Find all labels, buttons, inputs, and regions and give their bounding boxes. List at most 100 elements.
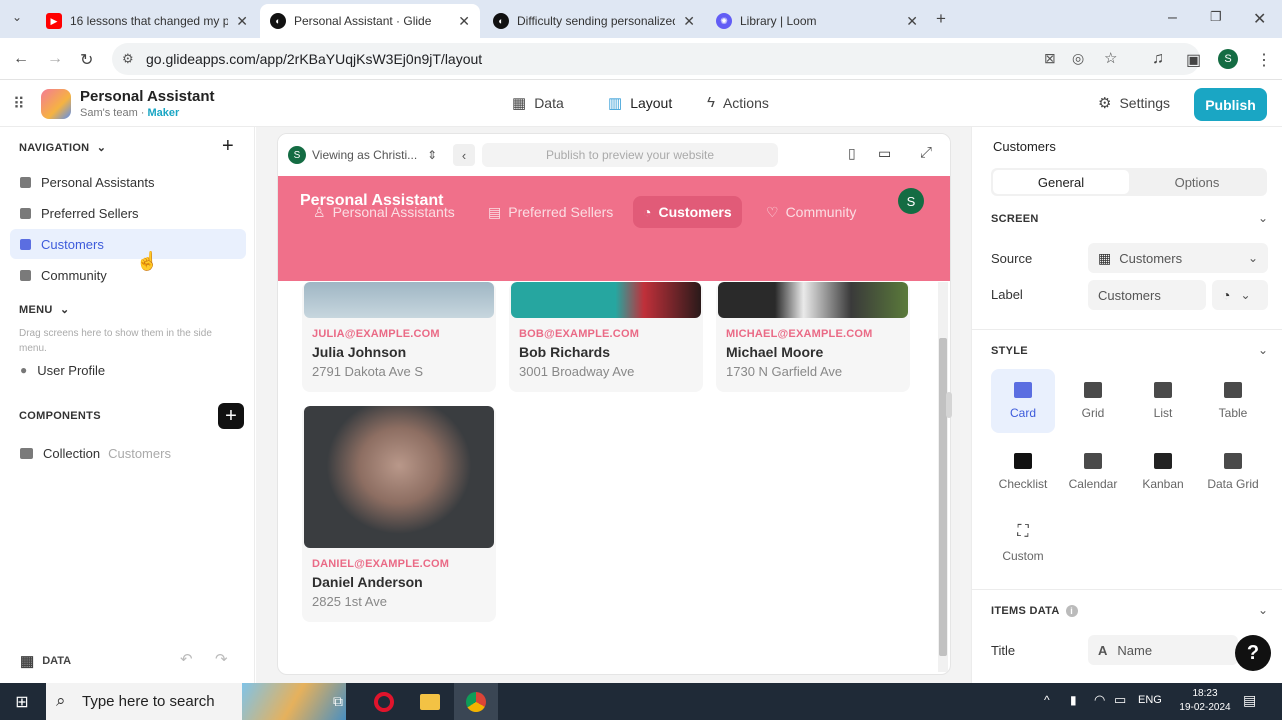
tray-chevron-icon[interactable]: ^ <box>1044 693 1050 707</box>
chevron-down-icon[interactable]: ⌄ <box>1258 603 1268 617</box>
style-table[interactable]: Table <box>1201 369 1265 433</box>
expand-icon[interactable]: ⤢ <box>920 144 932 161</box>
preview-scrollbar-thumb[interactable] <box>939 338 947 656</box>
source-select[interactable]: ▦ Customers ⌄ <box>1088 243 1268 273</box>
redo-icon[interactable]: ↷ <box>215 650 228 668</box>
new-tab-icon[interactable]: + <box>936 9 946 29</box>
profile-avatar[interactable]: S <box>1218 49 1238 69</box>
file-explorer-icon[interactable] <box>408 683 452 720</box>
address-bar[interactable]: ⚙ go.glideapps.com/app/2rKBaYUqjKsW3Ej0n… <box>112 43 1200 75</box>
add-tab-icon[interactable]: + <box>222 135 234 158</box>
preview-tab-customers[interactable]: ◔ Customers <box>633 196 742 228</box>
tab-search-chevron-icon[interactable]: ⌄ <box>12 10 22 24</box>
phone-view-icon[interactable]: ▯ <box>848 145 856 162</box>
chrome-icon[interactable] <box>454 683 498 720</box>
app-logo[interactable] <box>41 89 71 119</box>
style-data-grid[interactable]: Data Grid <box>1201 440 1265 504</box>
windows-start-icon[interactable]: ⊞ <box>0 683 44 720</box>
battery-icon[interactable]: ▭ <box>1114 692 1126 708</box>
preview-back-button[interactable]: ‹ <box>453 144 475 166</box>
menu-section-header[interactable]: MENU ⌄ <box>19 303 69 316</box>
style-kanban[interactable]: Kanban <box>1131 440 1195 504</box>
wifi-icon[interactable]: ◠ <box>1094 692 1105 708</box>
menu-item-user-profile[interactable]: ● User Profile <box>10 355 246 385</box>
close-icon[interactable]: ✕ <box>236 13 248 30</box>
data-editor-link[interactable]: ▦ DATA <box>20 652 71 670</box>
navigation-section-header[interactable]: NAVIGATION ⌄ <box>19 141 106 154</box>
tab-actions[interactable]: ϟ Actions <box>707 94 769 111</box>
info-icon[interactable]: i <box>1065 605 1078 617</box>
nav-item-customers[interactable]: Customers <box>10 229 246 259</box>
notifications-icon[interactable]: ▤ <box>1243 692 1256 709</box>
style-list[interactable]: List <box>1131 369 1195 433</box>
preview-tab-community[interactable]: ♡ Community <box>756 196 866 228</box>
source-value: Customers <box>1119 250 1183 266</box>
language-indicator[interactable]: ENG <box>1138 694 1162 706</box>
style-grid[interactable]: Grid <box>1061 369 1125 433</box>
reload-icon[interactable]: ↻ <box>80 50 93 70</box>
browser-tab-difficulty[interactable]: ◐ Difficulty sending personalized ✕ <box>483 4 705 38</box>
resize-handle[interactable] <box>946 392 952 418</box>
clock[interactable]: 18:23 19-02-2024 <box>1176 687 1234 715</box>
preview-scrollbar-track[interactable] <box>938 282 948 672</box>
settings-button[interactable]: ⚙ Settings <box>1098 94 1170 112</box>
more-menu-icon[interactable]: ⋮ <box>1256 50 1272 70</box>
browser-tab-glide[interactable]: ◐ Personal Assistant · Glide ✕ <box>260 4 480 38</box>
site-settings-icon[interactable]: ⚙ <box>122 51 134 67</box>
style-checklist[interactable]: Checklist <box>991 440 1055 504</box>
opera-icon[interactable] <box>362 683 406 720</box>
style-custom[interactable]: ⛶ Custom <box>991 511 1055 575</box>
bookmark-star-icon[interactable]: ☆ <box>1104 49 1117 67</box>
style-label: Custom <box>1002 549 1044 563</box>
preview-tab-preferred-sellers[interactable]: ▤ Preferred Sellers <box>478 196 623 228</box>
undo-icon[interactable]: ↶ <box>180 650 193 668</box>
tab-layout[interactable]: ▥ Layout <box>608 94 672 112</box>
back-icon[interactable]: ← <box>13 50 29 68</box>
window-close-icon[interactable]: ✕ <box>1253 9 1266 29</box>
style-card[interactable]: Card <box>991 369 1055 433</box>
task-view-icon[interactable]: ⧉ <box>316 683 360 720</box>
publish-button[interactable]: Publish <box>1194 88 1267 121</box>
tablet-view-icon[interactable]: ▭ <box>878 145 891 162</box>
app-name[interactable]: Personal Assistant <box>80 88 215 105</box>
nav-item-personal-assistants[interactable]: Personal Assistants <box>10 167 246 197</box>
help-button[interactable]: ? <box>1235 635 1271 671</box>
restore-icon[interactable]: ❐ <box>1210 9 1222 25</box>
screenshot-icon[interactable]: ⊠ <box>1044 50 1056 67</box>
style-calendar[interactable]: Calendar <box>1061 440 1125 504</box>
media-icon[interactable]: ♫ <box>1152 50 1164 68</box>
label-input[interactable]: Customers <box>1088 280 1206 310</box>
forward-icon[interactable]: → <box>47 50 63 68</box>
close-icon[interactable]: ✕ <box>683 13 695 30</box>
close-icon[interactable]: ✕ <box>458 13 470 30</box>
customer-card[interactable]: DANIEL@EXAMPLE.COM Daniel Anderson 2825 … <box>302 406 496 622</box>
viewing-as-selector[interactable]: S Viewing as Christi... ⇕ <box>288 146 437 164</box>
tab-data[interactable]: ▦ Data <box>512 94 564 112</box>
tray-icon[interactable]: ▮ <box>1070 693 1077 707</box>
divider <box>972 589 1282 590</box>
add-component-button[interactable]: + <box>218 403 244 429</box>
tab-general[interactable]: General <box>993 170 1129 194</box>
preview-tab-personal-assistants[interactable]: ♙ Personal Assistants <box>303 196 465 228</box>
user-avatar[interactable]: S <box>898 188 924 214</box>
nav-item-preferred-sellers[interactable]: Preferred Sellers <box>10 198 246 228</box>
app-grid-icon[interactable]: ⠿ <box>13 94 25 114</box>
taskbar-search[interactable]: ⌕ Type here to search <box>46 683 346 720</box>
customer-card[interactable]: MICHAEL@EXAMPLE.COM Michael Moore 1730 N… <box>716 282 910 392</box>
side-panel-icon[interactable]: ▣ <box>1186 50 1201 70</box>
chevron-down-icon[interactable]: ⌄ <box>1258 343 1268 357</box>
customer-card[interactable]: JULIA@EXAMPLE.COM Julia Johnson 2791 Dak… <box>302 282 496 392</box>
chevron-down-icon[interactable]: ⌄ <box>1258 211 1268 225</box>
component-collection[interactable]: Collection Customers <box>10 438 246 468</box>
close-icon[interactable]: ✕ <box>906 13 918 30</box>
browser-tab-loom[interactable]: ✺ Library | Loom ✕ <box>706 4 928 38</box>
nav-item-community[interactable]: Community <box>10 260 246 290</box>
title-field-select[interactable]: A Name <box>1088 635 1238 665</box>
minimize-icon[interactable]: – <box>1168 9 1177 27</box>
customer-card[interactable]: BOB@EXAMPLE.COM Bob Richards 3001 Broadw… <box>509 282 703 392</box>
tab-options[interactable]: Options <box>1129 170 1265 194</box>
customer-address: 1730 N Garfield Ave <box>726 364 843 379</box>
eye-off-icon[interactable]: ◎ <box>1072 50 1084 67</box>
label-icon-select[interactable]: ◔ ⌄ <box>1212 280 1268 310</box>
browser-tab-youtube[interactable]: ▶ 16 lessons that changed my pe ✕ <box>36 4 258 38</box>
